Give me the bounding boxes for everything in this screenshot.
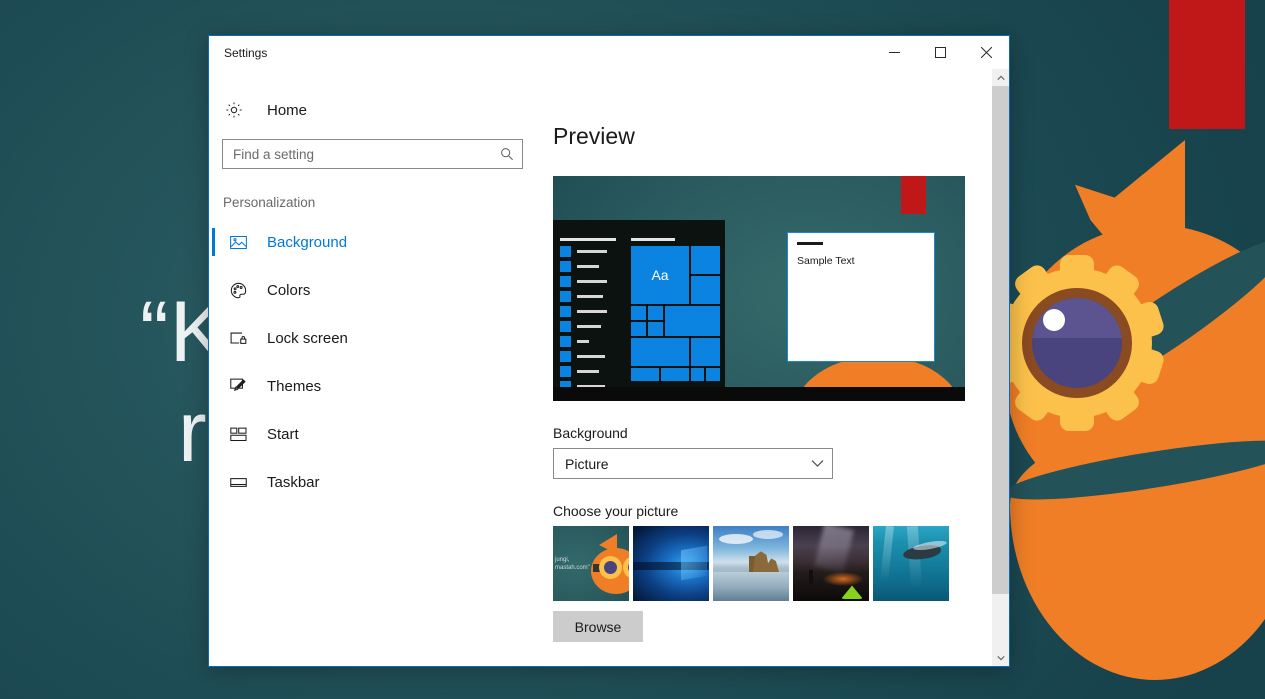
search-input[interactable] <box>223 140 492 168</box>
search-box[interactable] <box>222 139 523 169</box>
preview-sample-text: Sample Text <box>797 255 855 267</box>
window-title-bar[interactable]: Settings <box>209 36 1009 69</box>
scroll-down-arrow[interactable] <box>992 649 1009 666</box>
scrollbar-thumb[interactable] <box>992 86 1009 594</box>
thumbnail-cat-gear-wallpaper[interactable]: jungi, mastah.com" <box>553 526 629 601</box>
thumbnail-beach-rock-wallpaper[interactable] <box>713 526 789 601</box>
selection-indicator <box>212 372 215 400</box>
sidebar-item-label: Lock screen <box>267 329 348 347</box>
settings-content: Preview "Ku m .com" <box>537 69 992 666</box>
wallpaper-quote-line-2: r <box>178 384 208 480</box>
preview-tile <box>665 306 720 336</box>
wallpaper-eye-glint <box>1043 309 1065 331</box>
background-label: Background <box>553 425 628 441</box>
thumbnail-caption: jungi, mastah.com" <box>555 557 590 572</box>
preview-tile <box>691 368 704 381</box>
preview-tile <box>631 338 689 366</box>
preview-tile <box>661 368 689 381</box>
search-icon[interactable] <box>492 147 522 161</box>
preview-tile-label: Aa <box>651 267 669 283</box>
preview-start-menu: Aa <box>553 220 725 392</box>
sidebar-item-label: Themes <box>267 377 322 395</box>
gear-icon <box>225 101 255 119</box>
page-title: Preview <box>553 123 635 149</box>
preview-applist-header <box>560 238 616 241</box>
sidebar-item-label: Taskbar <box>267 473 320 491</box>
lock-screen-icon <box>225 331 251 346</box>
sidebar-item-home[interactable]: Home <box>209 91 537 129</box>
sidebar-item-themes[interactable]: Themes <box>209 362 537 410</box>
window-controls <box>871 36 1009 69</box>
background-dropdown-value: Picture <box>565 455 609 472</box>
start-tiles-icon <box>225 427 251 442</box>
wallpaper-preview: "Ku m .com" <box>553 176 965 401</box>
wallpaper-red-bar <box>1169 0 1245 129</box>
thumbnail-milky-way-tent-wallpaper[interactable] <box>793 526 869 601</box>
selection-indicator <box>212 228 215 256</box>
sidebar-item-taskbar[interactable]: Taskbar <box>209 458 537 506</box>
content-scrollbar[interactable] <box>992 69 1009 666</box>
preview-red-bar <box>901 176 926 214</box>
sidebar-home-label: Home <box>267 101 308 119</box>
preview-tile <box>631 322 646 336</box>
wallpaper-gear-tooth <box>1060 397 1094 431</box>
palette-icon <box>225 282 251 299</box>
scroll-up-arrow[interactable] <box>992 69 1009 86</box>
scrollbar-track[interactable] <box>992 86 1009 649</box>
thumbnail-underwater-whale-wallpaper[interactable] <box>873 526 949 601</box>
sidebar-item-label: Colors <box>267 281 311 299</box>
chevron-down-icon <box>811 459 824 468</box>
image-icon <box>225 235 251 250</box>
settings-window: Settings Home Find a setting Personaliza… <box>208 35 1010 667</box>
preview-taskbar <box>553 387 965 401</box>
choose-picture-label: Choose your picture <box>553 503 679 519</box>
preview-tiles-header <box>631 238 675 241</box>
preview-tile <box>648 322 663 336</box>
maximize-button[interactable] <box>917 36 963 69</box>
sidebar-item-start[interactable]: Start <box>209 410 537 458</box>
selection-indicator <box>212 468 215 496</box>
sidebar-item-label: Background <box>267 233 348 251</box>
sidebar-item-label: Start <box>267 425 299 443</box>
preview-tile <box>631 306 646 320</box>
window-title: Settings <box>224 45 268 60</box>
browse-button[interactable]: Browse <box>553 611 643 642</box>
background-dropdown[interactable]: Picture <box>553 448 833 479</box>
preview-tile <box>706 368 720 381</box>
wallpaper-gear-tooth <box>1060 255 1094 289</box>
preview-tile <box>691 338 720 366</box>
preview-tile <box>648 306 663 320</box>
selection-indicator <box>212 420 215 448</box>
preview-app-list <box>560 246 607 396</box>
selection-indicator <box>212 276 215 304</box>
thumbnail-windows-hero-wallpaper[interactable] <box>633 526 709 601</box>
preview-tile <box>631 368 659 381</box>
preview-window-title-bar <box>797 242 823 245</box>
preview-tile-large: Aa <box>631 246 689 304</box>
preview-tile <box>691 276 720 304</box>
selection-indicator <box>212 324 215 352</box>
sidebar-item-background[interactable]: Background <box>209 218 537 266</box>
taskbar-icon <box>225 476 251 489</box>
close-button[interactable] <box>963 36 1009 69</box>
sidebar-item-colors[interactable]: Colors <box>209 266 537 314</box>
sidebar-section-title: Personalization <box>223 195 316 210</box>
settings-sidebar: Home Personalization <box>209 69 537 666</box>
brush-icon <box>225 378 251 394</box>
preview-tile <box>691 246 720 274</box>
minimize-button[interactable] <box>871 36 917 69</box>
sidebar-item-lock-screen[interactable]: Lock screen <box>209 314 537 362</box>
preview-sample-window: Sample Text <box>787 232 935 362</box>
picture-thumbnail-list: jungi, mastah.com" <box>553 526 992 601</box>
